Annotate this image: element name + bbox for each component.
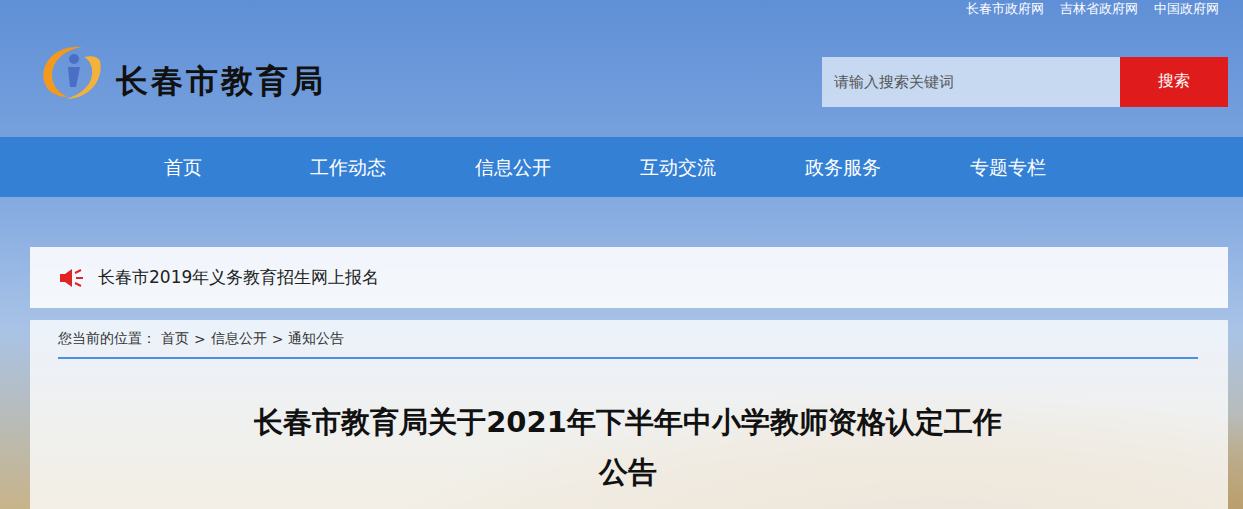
notice-text[interactable]: 长春市2019年义务教育招生网上报名 [98,266,379,289]
header: 长春市教育局 搜索 [0,18,1243,137]
nav-item[interactable]: 工作动态 [265,137,430,197]
title-line: 长春市教育局关于2021年下半年中小学教师资格认定工作 [58,397,1198,447]
breadcrumb-item[interactable]: 首页 [161,330,189,348]
search-input[interactable] [822,57,1120,107]
nav-bar: 首页工作动态信息公开互动交流政务服务专题专栏 [0,137,1243,197]
breadcrumb-separator: > [194,331,206,347]
nav-item[interactable]: 政务服务 [760,137,925,197]
search-box: 搜索 [822,57,1228,107]
nav-item[interactable]: 专题专栏 [925,137,1090,197]
title-line: 公告 [58,447,1198,497]
breadcrumb-separator: > [272,331,284,347]
brand: 长春市教育局 [38,40,326,104]
breadcrumb-item[interactable]: 通知公告 [288,330,344,348]
page: 长春市政府网吉林省政府网中国政府网长春市教育局搜索首页工作动态信息公开互动交流政… [0,0,1243,509]
top-link[interactable]: 中国政府网 [1154,0,1219,18]
logo-icon [38,41,106,103]
nav-item[interactable]: 首页 [100,137,265,197]
nav-item[interactable]: 互动交流 [595,137,760,197]
breadcrumb-label: 您当前的位置： [58,330,156,348]
content-panel: 您当前的位置：首页>信息公开>通知公告长春市教育局关于2021年下半年中小学教师… [30,320,1228,509]
search-button[interactable]: 搜索 [1120,57,1228,107]
nav-item[interactable]: 信息公开 [430,137,595,197]
breadcrumb: 您当前的位置：首页>信息公开>通知公告 [58,330,1198,359]
top-link[interactable]: 吉林省政府网 [1060,0,1138,18]
speaker-icon [58,267,84,289]
top-link[interactable]: 长春市政府网 [966,0,1044,18]
breadcrumb-item[interactable]: 信息公开 [211,330,267,348]
site-title: 长春市教育局 [116,60,326,104]
notice-bar: 长春市2019年义务教育招生网上报名 [30,247,1228,308]
top-links: 长春市政府网吉林省政府网中国政府网 [0,0,1243,18]
article-title: 长春市教育局关于2021年下半年中小学教师资格认定工作公告 [58,397,1198,497]
